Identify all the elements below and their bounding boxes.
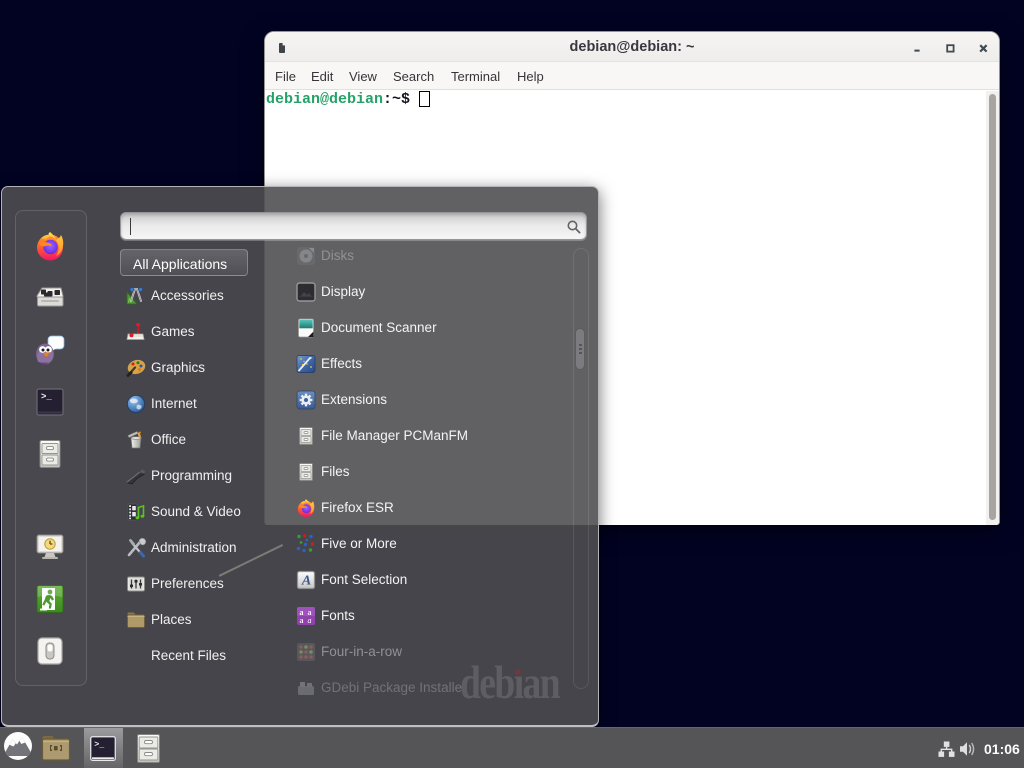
svg-text:a: a <box>300 616 304 625</box>
svg-text:a: a <box>308 616 312 625</box>
svg-text:>_: >_ <box>94 740 104 749</box>
svg-text:A: A <box>301 574 311 589</box>
svg-text:>_: >_ <box>41 392 52 402</box>
